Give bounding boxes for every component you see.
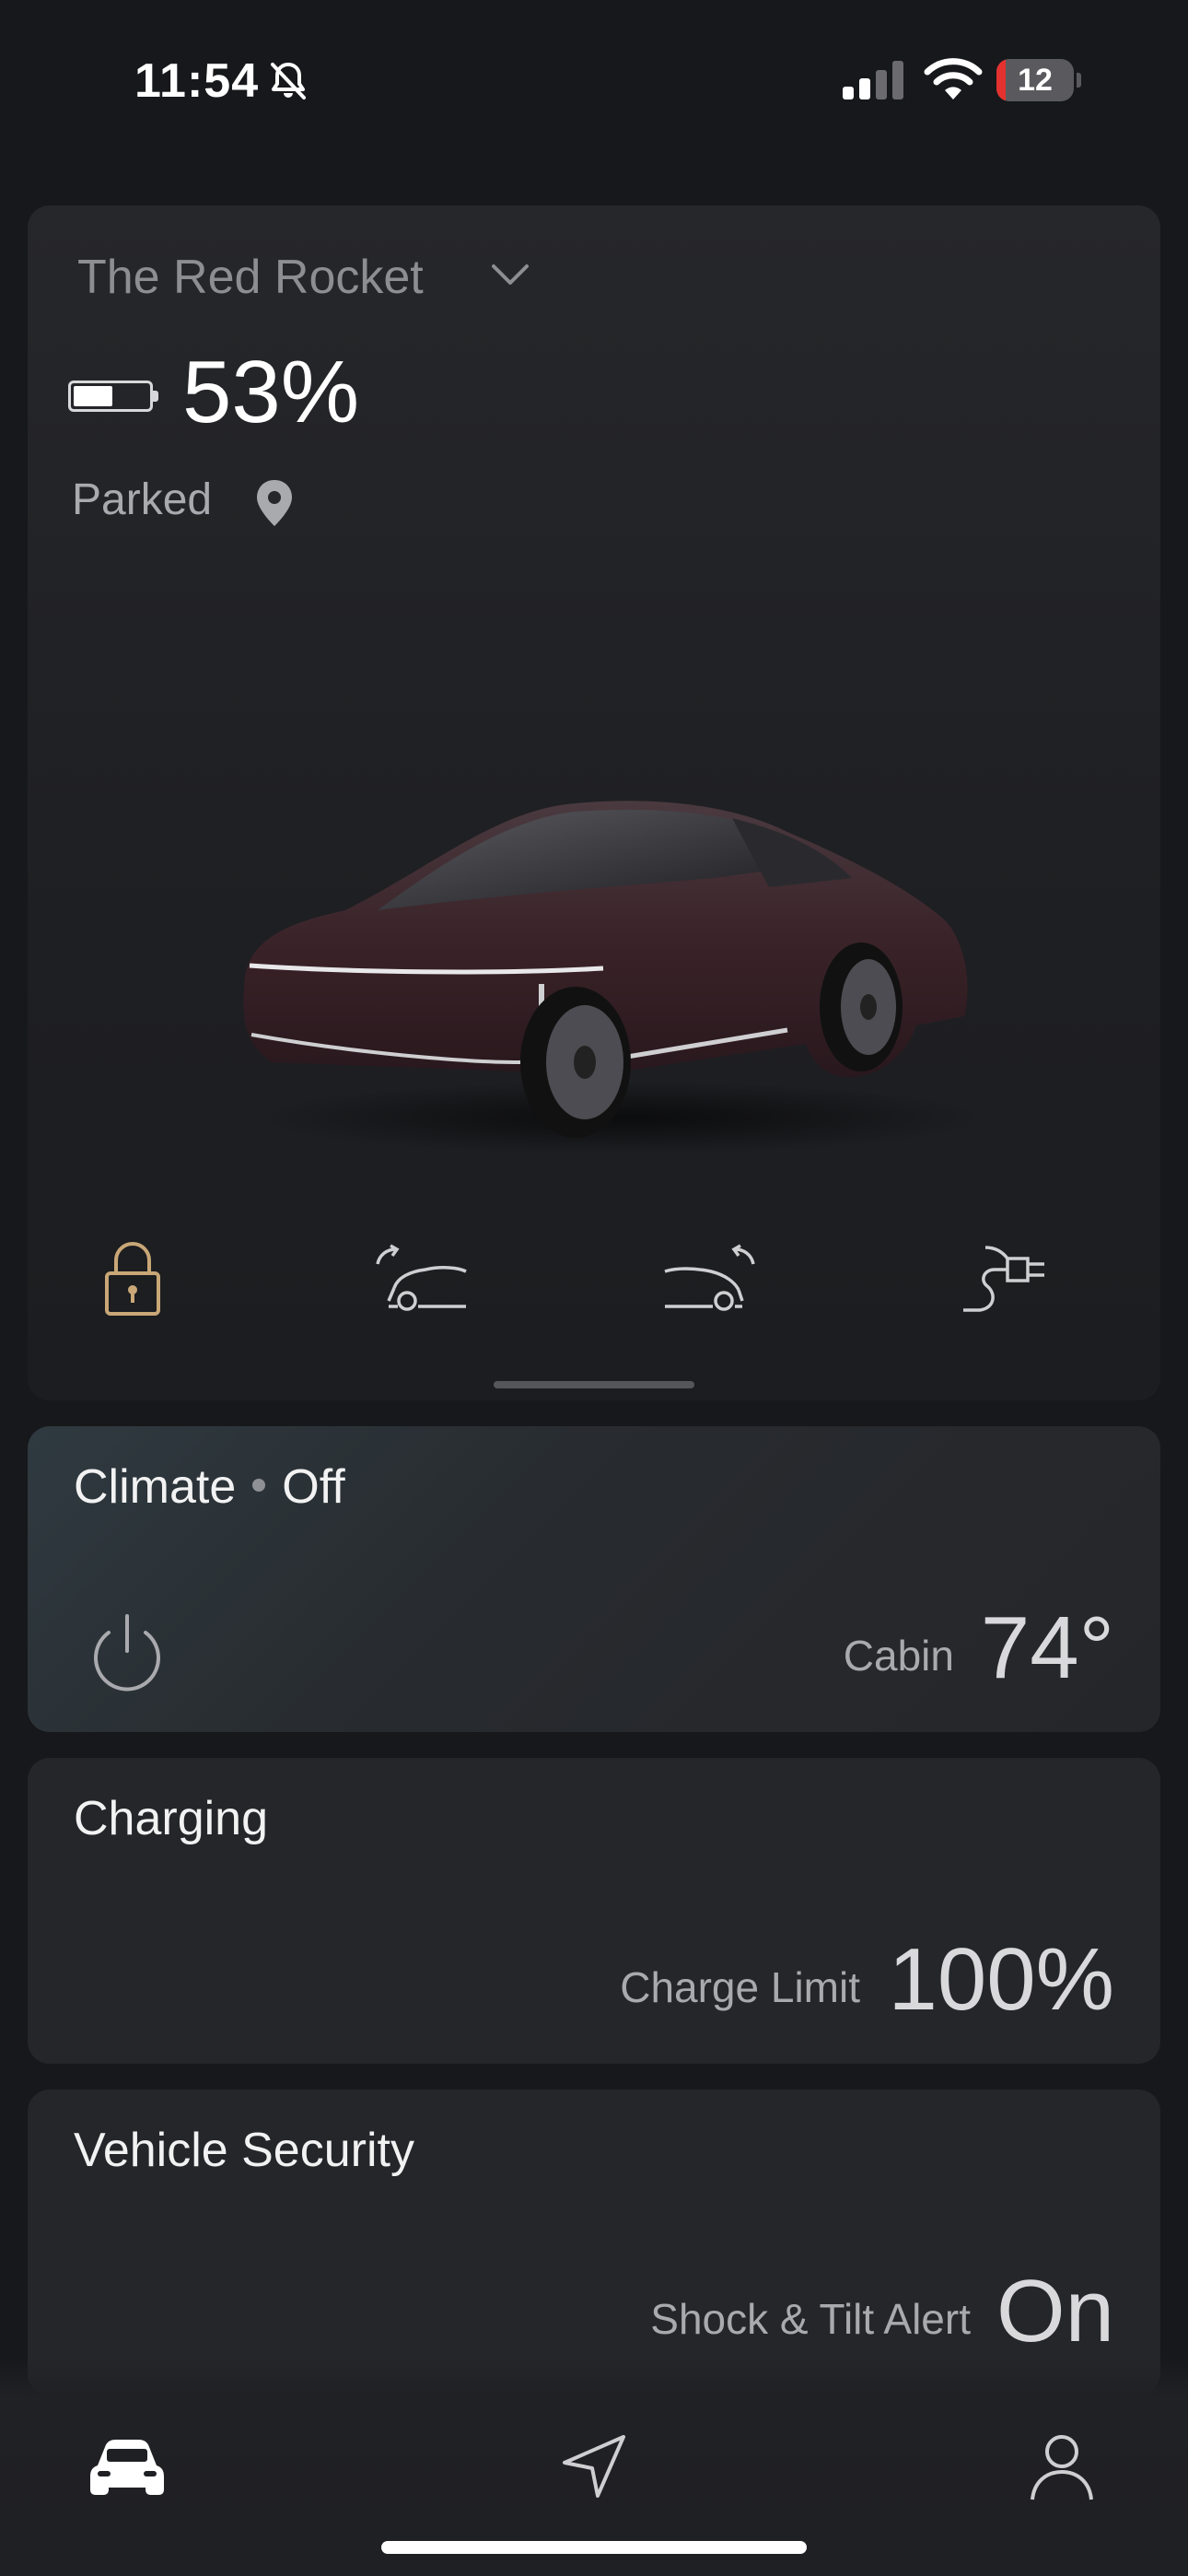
tab-navigation[interactable] xyxy=(551,2425,637,2508)
climate-card[interactable]: Climate Off Cabin 74° xyxy=(28,1426,1160,1732)
battery-icon xyxy=(68,381,162,417)
profile-icon xyxy=(1031,2435,1093,2500)
charging-card[interactable]: Charging Charge Limit 100% xyxy=(28,1758,1160,2064)
charge-port-button[interactable] xyxy=(949,1228,1059,1329)
vehicle-image xyxy=(243,801,990,1154)
navigation-arrow-icon xyxy=(563,2435,625,2498)
security-title: Vehicle Security xyxy=(74,2124,414,2177)
vehicle-battery-fill xyxy=(74,386,112,406)
location-pin-icon[interactable] xyxy=(254,478,295,528)
lock-icon xyxy=(105,1242,160,1316)
home-indicator[interactable] xyxy=(381,2541,807,2554)
frunk-button[interactable] xyxy=(367,1228,477,1329)
trunk-open-icon xyxy=(664,1244,755,1311)
vehicle-state: Parked xyxy=(72,475,213,524)
battery-icon: 12 xyxy=(996,59,1081,101)
status-bar: 11:54 12 xyxy=(0,0,1188,161)
tab-vehicle[interactable] xyxy=(81,2425,173,2508)
vehicle-card: The Red Rocket 53% Parked xyxy=(28,205,1160,1400)
shock-tilt-label: Shock & Tilt Alert xyxy=(650,2295,971,2343)
drag-handle[interactable] xyxy=(494,1381,694,1388)
trunk-button[interactable] xyxy=(654,1228,764,1329)
battery-level-text: 12 xyxy=(1018,63,1053,98)
wifi-icon xyxy=(924,58,983,100)
climate-status: Off xyxy=(282,1460,345,1514)
climate-label: Climate xyxy=(74,1460,237,1514)
tab-profile[interactable] xyxy=(1020,2425,1103,2508)
vehicle-name[interactable]: The Red Rocket xyxy=(77,250,424,305)
vehicle-security-card[interactable]: Vehicle Security Shock & Tilt Alert On xyxy=(28,2090,1160,2395)
power-icon[interactable] xyxy=(83,1609,171,1697)
climate-title: Climate Off xyxy=(74,1459,345,1515)
charge-limit-label: Charge Limit xyxy=(620,1963,860,2011)
shock-tilt-value: On xyxy=(996,2262,1114,2360)
cellular-signal-icon xyxy=(843,61,903,100)
battery-percent: 53% xyxy=(182,343,360,441)
status-time: 11:54 xyxy=(134,54,260,108)
charge-limit-value: 100% xyxy=(888,1930,1114,2029)
separator-dot xyxy=(252,1479,266,1493)
chevron-down-icon[interactable] xyxy=(488,259,532,292)
cabin-temperature: 74° xyxy=(980,1598,1114,1697)
charging-title: Charging xyxy=(74,1792,269,1845)
cabin-label: Cabin xyxy=(843,1632,954,1680)
frunk-open-icon xyxy=(376,1244,467,1311)
car-icon xyxy=(90,2440,164,2495)
lock-button[interactable] xyxy=(77,1228,188,1329)
charge-port-icon xyxy=(963,1246,1044,1312)
bell-slash-icon xyxy=(271,63,306,100)
